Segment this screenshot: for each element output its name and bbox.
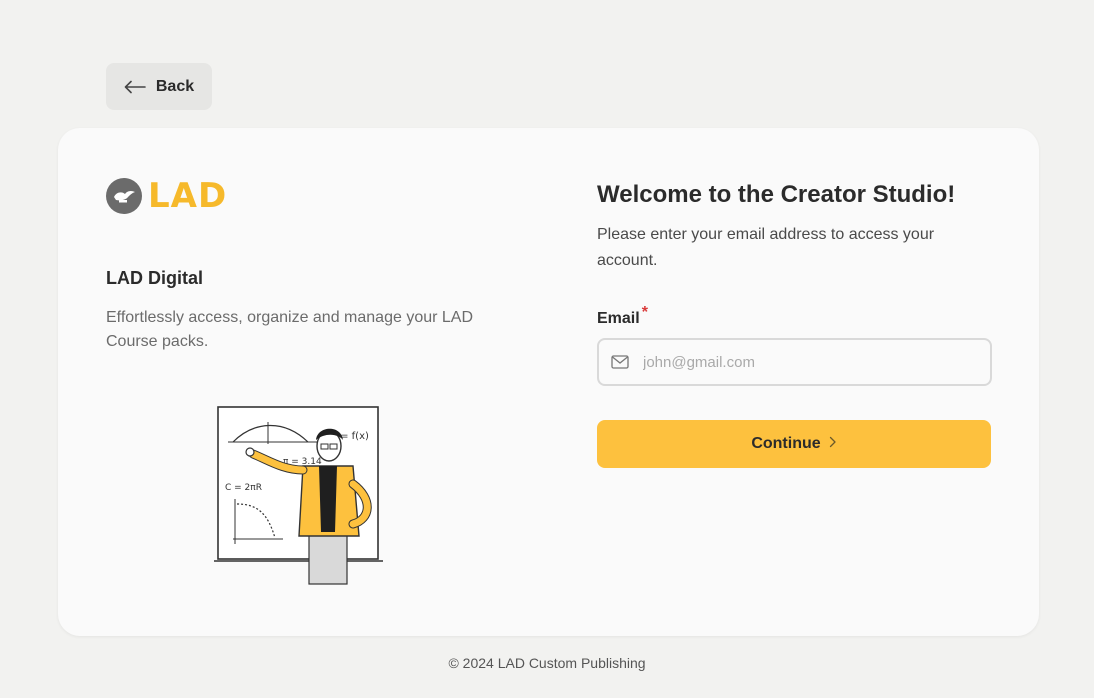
back-button[interactable]: Back: [106, 63, 212, 110]
email-input[interactable]: [641, 352, 965, 372]
back-button-label: Back: [155, 77, 195, 95]
email-label: Email *: [597, 304, 648, 328]
board-text-circumference: C = 2πR: [225, 483, 262, 493]
brand-title: LAD Digital: [106, 268, 203, 288]
continue-button-label: Continue: [751, 435, 821, 452]
welcome-subtitle: Please enter your email address to acces…: [597, 226, 935, 269]
mail-icon: [611, 355, 629, 369]
arrow-left-icon: [124, 80, 146, 94]
email-field[interactable]: [597, 338, 992, 386]
email-label-text: Email: [597, 310, 640, 327]
brand-description: Effortlessly access, organize and manage…: [106, 309, 474, 350]
lamp-icon: [106, 178, 142, 214]
welcome-title: Welcome to the Creator Studio!: [597, 181, 956, 208]
chevron-right-icon: [829, 435, 837, 453]
footer-copyright: © 2024 LAD Custom Publishing: [448, 655, 646, 671]
logo-text: LAD: [148, 176, 228, 216]
continue-button[interactable]: Continue: [597, 420, 991, 468]
login-card: LAD LAD Digital Effortlessly access, org…: [58, 128, 1039, 636]
brand-logo: LAD: [106, 178, 227, 214]
required-asterisk: *: [641, 304, 648, 321]
teacher-illustration: y = f(x) π = 3.14 C = 2πR: [213, 404, 393, 593]
